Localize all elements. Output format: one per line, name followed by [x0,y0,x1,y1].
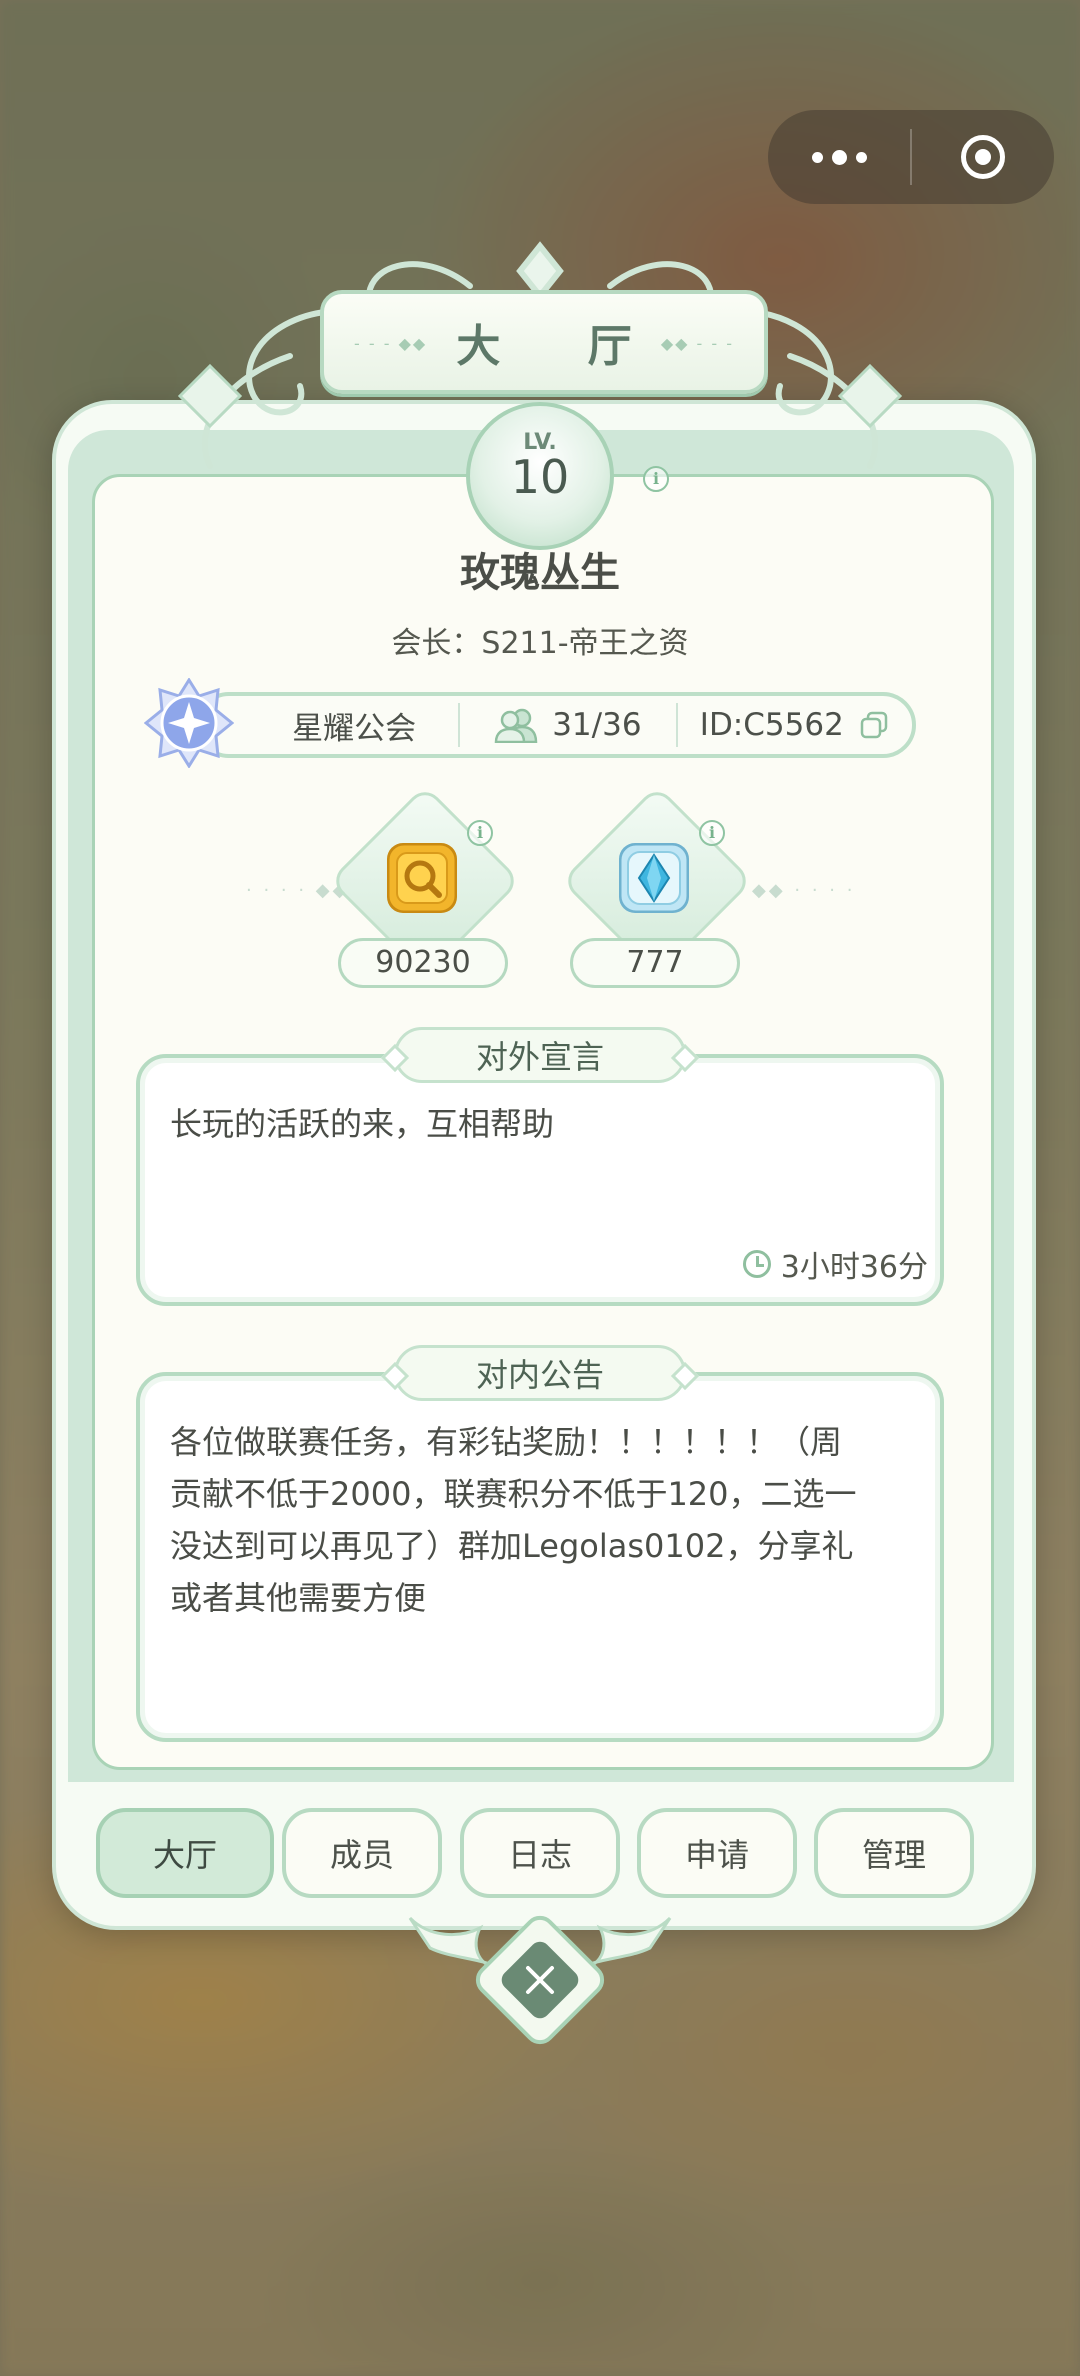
guild-name: 玫瑰丛生 [460,550,620,596]
guild-leader: 会长：S211-帝王之资 [391,626,689,661]
banner-deco-left: - - - ◆◆ [354,334,428,353]
guild-rank-label: 星耀公会 [292,710,417,747]
external-declaration-text: 长玩的活跃的来，互相帮助 [170,1105,555,1143]
more-button[interactable] [768,110,910,204]
declaration-timestamp: 3小时36分 [742,1242,928,1286]
star-rank-icon [144,678,234,768]
copy-icon[interactable] [858,710,890,740]
currency-deco-right: ◆◆ · · · · [752,880,856,901]
clock-icon [742,1250,771,1278]
guild-id: ID:C5562 [678,696,912,754]
external-title-text: 对外宣言 [475,1038,604,1076]
tab-hall-label: 大厅 [152,1836,217,1874]
timestamp-text: 3小时36分 [780,1250,928,1285]
miniprogram-capsule [768,110,1054,204]
exit-miniprogram-button[interactable] [912,110,1054,204]
close-icon [526,1966,554,1994]
page-title: 大 厅 [456,321,668,372]
crystal-value: 777 [570,938,740,988]
announcement-line: 贡献不低于2000，联赛积分不低于120，二选一 [170,1475,857,1513]
more-dots-icon [811,149,867,165]
currency-deco-left: · · · · ◆◆ [246,880,350,901]
tab-members[interactable]: 成员 [282,1808,442,1898]
tab-applications[interactable]: 申请 [637,1808,797,1898]
blue-crystal-icon [619,843,689,913]
internal-title-text: 对内公告 [475,1356,604,1394]
guild-level-badge: LV. 10 [466,402,614,550]
target-circle-icon [961,135,1005,179]
tab-log-label: 日志 [507,1836,572,1874]
tab-hall[interactable]: 大厅 [96,1808,274,1898]
member-count: 31/36 [460,696,676,754]
tab-log[interactable]: 日志 [460,1808,620,1898]
internal-announcement-text: 各位做联赛任务，有彩钻奖励！！！！！！（周 贡献不低于2000，联赛积分不低于1… [170,1416,910,1624]
tab-manage[interactable]: 管理 [814,1808,974,1898]
announcement-line: 没达到可以再见了）群加Legolas0102，分享礼 [170,1527,854,1565]
announcement-line: 或者其他需要方便 [170,1579,427,1617]
gold-coin-icon [387,843,457,913]
announcement-line: 各位做联赛任务，有彩钻奖励！！！！！！（周 [170,1423,843,1461]
gold-value: 90230 [338,938,508,988]
header-banner: - - - ◆◆ 大 厅 ◆◆ - - - [320,290,768,394]
guild-info-bar: 星耀公会 31/36 ID:C5562 [196,692,916,758]
member-count-text: 31/36 [552,707,642,743]
external-declaration-title: 对外宣言 [394,1027,686,1083]
gold-info-icon[interactable]: i [467,820,493,846]
level-number: 10 [510,450,570,504]
tab-manage-label: 管理 [861,1836,926,1874]
banner-deco-right: ◆◆ - - - [660,334,734,353]
members-icon [494,708,538,743]
tab-applications-label: 申请 [684,1836,749,1874]
crystal-info-icon[interactable]: i [699,820,725,846]
guild-id-text: ID:C5562 [699,707,844,743]
internal-announcement-title: 对内公告 [394,1345,686,1401]
tab-members-label: 成员 [329,1836,394,1874]
level-info-icon[interactable]: i [643,466,669,492]
